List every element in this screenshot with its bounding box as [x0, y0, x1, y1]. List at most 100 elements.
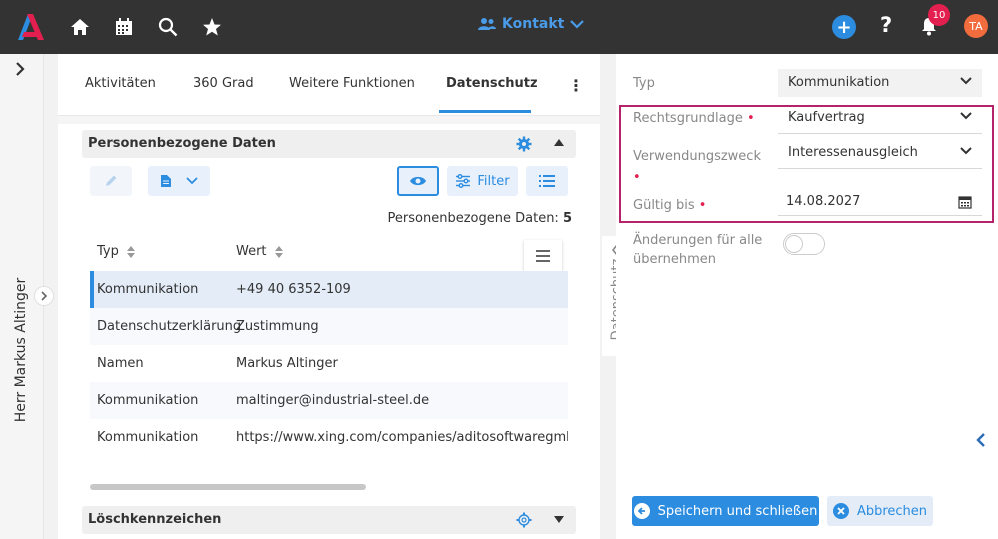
- section-header-deletion[interactable]: Löschkennzeichen: [82, 506, 576, 534]
- more-menu-icon[interactable]: ⋮: [568, 76, 584, 95]
- eye-icon: [410, 176, 426, 186]
- gear-icon[interactable]: [516, 512, 532, 532]
- expand-icon[interactable]: [554, 516, 564, 523]
- cell-wert: +49 40 6352-109: [236, 282, 351, 297]
- filter-label: Filter: [477, 173, 510, 189]
- main-panel: Aktivitäten 360 Grad Weitere Funktionen …: [58, 54, 600, 539]
- search-icon[interactable]: [156, 15, 180, 39]
- horizontal-scrollbar[interactable]: [90, 484, 366, 490]
- record-count-label: Personenbezogene Daten:: [387, 211, 559, 226]
- chevron-right-icon: [41, 291, 48, 301]
- view-toggle-button[interactable]: [397, 166, 439, 196]
- tab-bar: Aktivitäten 360 Grad Weitere Funktionen …: [58, 54, 600, 116]
- tab-datenschutz[interactable]: Datenschutz: [446, 76, 538, 91]
- tab-360-grad[interactable]: 360 Grad: [193, 76, 254, 91]
- collapse-panel-icon[interactable]: [976, 433, 986, 451]
- app-logo[interactable]: [14, 12, 46, 42]
- rechtsgrundlage-select[interactable]: Kaufvertrag: [778, 104, 982, 132]
- cell-typ: Datenschutzerklärung: [97, 319, 242, 334]
- calendar-icon[interactable]: [958, 195, 972, 209]
- chevron-down-icon: [186, 177, 198, 185]
- contacts-icon: [478, 18, 496, 30]
- field-label-rechtsgrundlage: Rechtsgrundlage •: [633, 111, 755, 126]
- active-tab-indicator: [439, 110, 531, 113]
- expand-sidebar-handle[interactable]: [34, 286, 54, 306]
- section-header-personal-data[interactable]: Personenbezogene Daten: [82, 130, 576, 158]
- context-selector[interactable]: Kontakt: [478, 16, 585, 32]
- table-row[interactable]: Kommunikation https://www.xing.com/compa…: [90, 419, 568, 456]
- cell-typ: Kommunikation: [97, 430, 199, 445]
- label-text: Verwendungszweck: [633, 149, 761, 164]
- cell-wert: https://www.xing.com/companies/aditosoft…: [236, 430, 568, 445]
- gueltig-bis-value: 14.08.2027: [786, 194, 861, 209]
- document-menu-button[interactable]: [148, 166, 210, 196]
- save-and-close-button[interactable]: Speichern und schließen: [632, 496, 819, 526]
- label-text: Rechtsgrundlage: [633, 111, 743, 126]
- chevron-down-icon: [570, 20, 585, 29]
- table-row[interactable]: Datenschutzerklärung Zustimmung: [90, 308, 568, 345]
- typ-value: Kommunikation: [788, 75, 890, 90]
- section-title: Löschkennzeichen: [88, 512, 222, 527]
- required-marker: •: [747, 111, 755, 126]
- field-label-verwendungszweck: Verwendungszweck •: [633, 146, 761, 188]
- edit-button[interactable]: [90, 166, 132, 196]
- verwendungszweck-value: Interessenausgleich: [788, 145, 918, 160]
- table-row[interactable]: Namen Markus Altinger: [90, 345, 568, 382]
- label-text: übernehmen: [633, 252, 716, 267]
- notification-badge: 10: [928, 4, 950, 26]
- context-label: Kontakt: [502, 16, 565, 32]
- tab-aktivitaeten[interactable]: Aktivitäten: [85, 76, 156, 91]
- help-icon[interactable]: ?: [880, 13, 892, 37]
- list-icon: [539, 175, 555, 187]
- cell-typ: Kommunikation: [97, 282, 199, 297]
- add-button[interactable]: +: [832, 15, 856, 39]
- column-header-label: Typ: [97, 244, 119, 259]
- field-underline: [778, 133, 982, 134]
- expand-sidebar-icon[interactable]: [14, 62, 26, 80]
- field-label-typ: Typ: [633, 76, 655, 91]
- home-icon[interactable]: [68, 15, 92, 39]
- column-menu-icon[interactable]: [524, 240, 562, 272]
- field-label-gueltig-bis: Gültig bis •: [633, 198, 706, 213]
- verwendungszweck-select[interactable]: Interessenausgleich: [778, 139, 982, 167]
- cell-wert: maltinger@industrial-steel.de: [236, 393, 430, 408]
- label-text: Änderungen für alle: [633, 233, 763, 248]
- calendar-icon[interactable]: [112, 15, 136, 39]
- field-label-aenderungen: Änderungen für alle übernehmen: [633, 231, 762, 269]
- tab-weitere-funktionen[interactable]: Weitere Funktionen: [289, 76, 415, 91]
- typ-select[interactable]: Kommunikation: [778, 69, 982, 97]
- apply-all-toggle[interactable]: [783, 233, 825, 255]
- label-text: Gültig bis: [633, 198, 695, 213]
- column-header-label: Wert: [236, 244, 267, 259]
- gueltig-bis-date-input[interactable]: 14.08.2027: [778, 188, 982, 216]
- side-panel: Typ Kommunikation Rechtsgrundlage • Kauf…: [616, 54, 998, 539]
- column-header-typ[interactable]: Typ: [97, 244, 135, 259]
- record-count-value: 5: [562, 211, 572, 226]
- divider: [58, 116, 600, 124]
- top-bar: Kontakt + ? 10 TA: [0, 0, 998, 54]
- gear-icon[interactable]: [516, 136, 532, 156]
- field-underline: [778, 215, 982, 216]
- avatar[interactable]: TA: [964, 14, 988, 38]
- record-count: Personenbezogene Daten: 5: [388, 211, 572, 226]
- cell-wert: Markus Altinger: [236, 356, 338, 371]
- cancel-button[interactable]: Abbrechen: [827, 496, 933, 526]
- cell-wert: Zustimmung: [236, 319, 319, 334]
- save-label: Speichern und schließen: [657, 503, 818, 519]
- table-row[interactable]: Kommunikation maltinger@industrial-steel…: [90, 382, 568, 419]
- sort-icon: [274, 245, 283, 258]
- list-view-button[interactable]: [526, 166, 568, 196]
- toggle-knob: [785, 235, 803, 253]
- contact-name-vertical: Herr Markus Altinger: [6, 278, 36, 432]
- close-circle-icon: [832, 503, 849, 519]
- pencil-icon: [106, 175, 117, 186]
- sort-icon: [126, 245, 135, 258]
- collapse-icon[interactable]: [554, 139, 564, 146]
- cancel-label: Abbrechen: [856, 503, 928, 519]
- chevron-down-icon: [960, 77, 972, 85]
- column-header-wert[interactable]: Wert: [236, 244, 283, 259]
- filter-button[interactable]: Filter: [447, 166, 518, 196]
- sliders-icon: [456, 174, 471, 188]
- star-icon[interactable]: [200, 15, 224, 39]
- table-row[interactable]: Kommunikation +49 40 6352-109: [90, 271, 568, 308]
